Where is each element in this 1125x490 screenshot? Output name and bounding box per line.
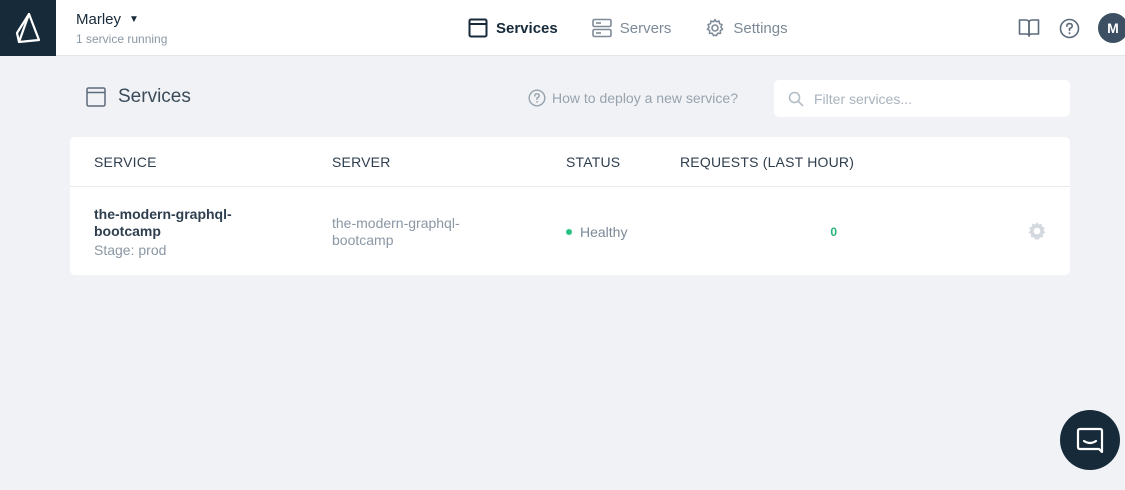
workspace-name-row[interactable]: Marley ▼ <box>76 11 167 28</box>
help-circle-icon[interactable] <box>1058 17 1080 39</box>
service-stage: Stage: prod <box>94 242 167 258</box>
deploy-help-label: How to deploy a new service? <box>552 90 738 106</box>
service-name[interactable]: the-modern-graphql-bootcamp <box>94 206 274 240</box>
status-badge: Healthy <box>566 224 627 240</box>
tab-services-label: Services <box>496 19 558 37</box>
prisma-logo[interactable] <box>0 0 56 56</box>
top-bar: Marley ▼ 1 service running Services Serv… <box>0 0 1125 56</box>
status-label: Healthy <box>580 224 628 240</box>
avatar[interactable]: M <box>1098 13 1125 43</box>
table-header: SERVICE SERVER STATUS REQUESTS (LAST HOU… <box>70 137 1070 187</box>
services-table: SERVICE SERVER STATUS REQUESTS (LAST HOU… <box>70 137 1070 275</box>
main-nav: Services Servers Settings <box>468 0 822 56</box>
filter-services-box[interactable] <box>774 80 1070 117</box>
column-header-requests[interactable]: REQUESTS (LAST HOUR) <box>680 154 854 170</box>
server-icon <box>591 18 612 38</box>
column-header-service[interactable]: SERVICE <box>94 154 157 170</box>
tab-servers-label: Servers <box>619 19 672 37</box>
column-header-server[interactable]: SERVER <box>332 154 391 170</box>
gear-icon[interactable] <box>1027 221 1047 241</box>
gear-icon <box>707 18 724 37</box>
column-header-status[interactable]: STATUS <box>566 154 620 170</box>
deploy-help-link[interactable]: How to deploy a new service? <box>528 89 738 107</box>
search-icon <box>788 91 804 106</box>
filter-services-input[interactable] <box>814 90 1054 107</box>
tab-services[interactable]: Services <box>468 18 558 38</box>
workspace-name: Marley <box>76 11 122 28</box>
tab-servers[interactable]: Servers <box>591 18 672 38</box>
window-icon <box>468 18 488 38</box>
workspace-selector[interactable]: Marley ▼ 1 service running <box>76 11 167 46</box>
top-right-actions: M <box>1018 13 1125 43</box>
workspace-status: 1 service running <box>76 32 168 46</box>
page-title: Services <box>118 86 191 107</box>
window-icon <box>86 87 106 107</box>
tab-settings[interactable]: Settings <box>705 18 788 38</box>
docs-book-icon[interactable] <box>1018 17 1040 39</box>
help-circle-icon <box>528 89 546 107</box>
requests-count: 0 <box>830 225 837 239</box>
chat-launcher-button[interactable] <box>1060 410 1120 470</box>
server-name: the-modern-graphql-bootcamp <box>332 215 460 248</box>
table-row[interactable]: the-modern-graphql-bootcamp Stage: prod … <box>70 187 1070 275</box>
chat-icon <box>1076 427 1104 454</box>
status-dot-icon <box>566 229 572 235</box>
page-header: Services <box>86 86 191 108</box>
chevron-down-icon: ▼ <box>129 14 139 25</box>
tab-settings-label: Settings <box>733 19 788 37</box>
prisma-logo-icon <box>15 13 41 43</box>
